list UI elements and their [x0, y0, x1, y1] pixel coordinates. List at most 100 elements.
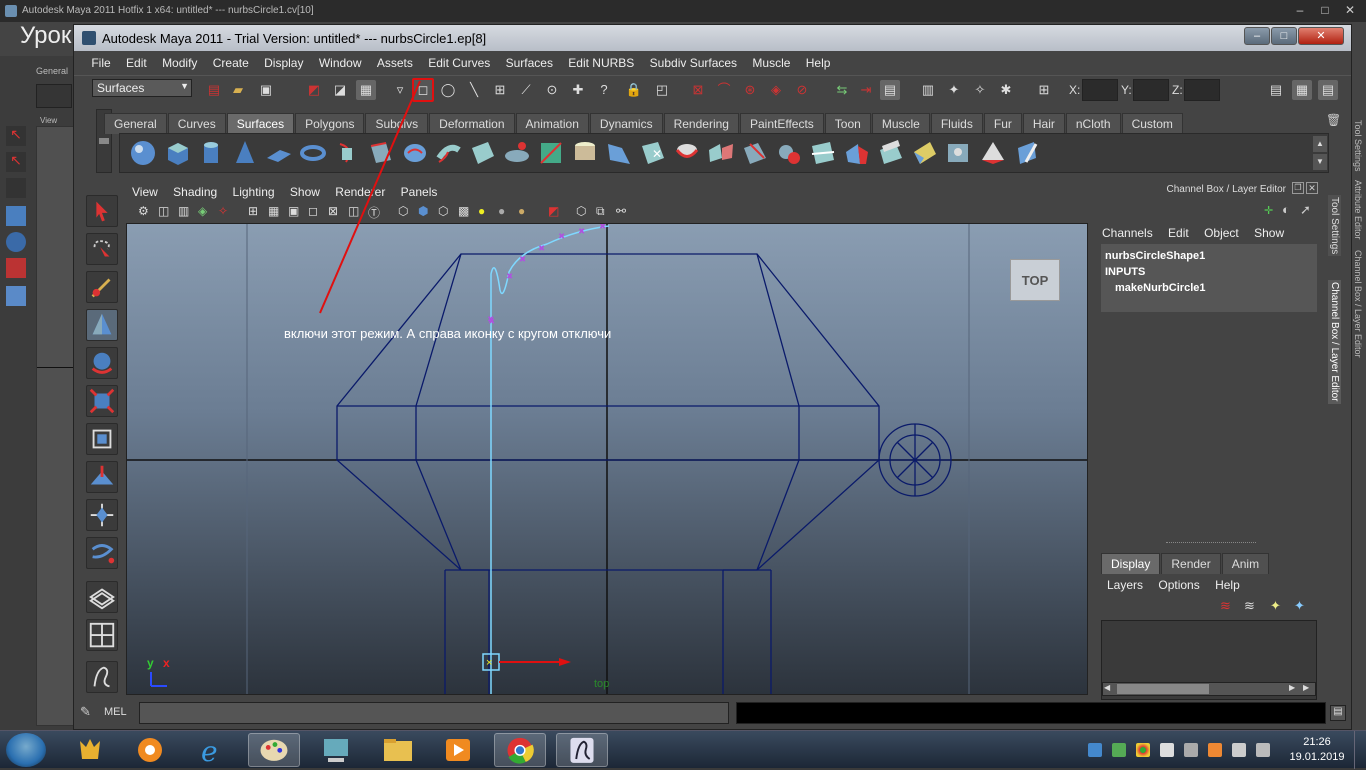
- align-surfaces-icon[interactable]: [740, 138, 770, 168]
- taskbar-app-crown-icon[interactable]: [64, 733, 116, 767]
- camera-select-icon[interactable]: ⚙: [138, 204, 154, 220]
- make-live-icon[interactable]: ⊘: [792, 80, 812, 100]
- construction-history-icon[interactable]: ▤: [880, 80, 900, 100]
- sculpt-geometry-icon[interactable]: [944, 138, 974, 168]
- y-field[interactable]: [1133, 79, 1169, 101]
- close-button[interactable]: ✕: [1298, 27, 1344, 45]
- bg-shelf-tab-general[interactable]: General: [36, 66, 68, 76]
- select-params-icon[interactable]: ◯: [438, 80, 458, 100]
- snap-view-plane-icon[interactable]: ◈: [766, 80, 786, 100]
- tray-security-icon[interactable]: [1208, 743, 1222, 757]
- taskbar-media-player-icon[interactable]: [432, 733, 484, 767]
- shelf-tab-custom[interactable]: Custom: [1121, 113, 1183, 134]
- shelf-tab-muscle[interactable]: Muscle: [871, 113, 930, 134]
- save-scene-icon[interactable]: ▣: [256, 80, 276, 100]
- menu-window[interactable]: Window: [313, 52, 368, 74]
- menu-edit[interactable]: Edit: [120, 52, 153, 74]
- move-tool-icon[interactable]: [86, 309, 118, 341]
- menu-edit-nurbs[interactable]: Edit NURBS: [562, 52, 640, 74]
- maya-logo-icon[interactable]: [86, 661, 118, 693]
- vp-menu-lighting[interactable]: Lighting: [227, 182, 281, 202]
- show-channel-box-icon[interactable]: ▤: [1318, 80, 1338, 100]
- textured-icon[interactable]: ▩: [458, 204, 474, 220]
- x-field[interactable]: [1082, 79, 1118, 101]
- menu-display[interactable]: Display: [258, 52, 309, 74]
- show-attribute-editor-icon[interactable]: ▤: [1266, 80, 1286, 100]
- taskbar-chrome-icon[interactable]: [494, 733, 546, 767]
- last-tool-used-icon[interactable]: [86, 537, 118, 569]
- layer-scrollbar[interactable]: ◀ ▶ ▶: [1102, 682, 1316, 696]
- cb-menu-object[interactable]: Object: [1198, 222, 1245, 244]
- rebuild-surface-icon[interactable]: [910, 138, 940, 168]
- close-panel-icon[interactable]: ✕: [1306, 182, 1318, 194]
- taskbar-explorer-icon[interactable]: [372, 733, 424, 767]
- single-perspective-layout-icon[interactable]: [86, 581, 118, 613]
- bg-minimize-button[interactable]: –: [1290, 3, 1310, 19]
- shelf-tab-fur[interactable]: Fur: [983, 113, 1022, 134]
- select-tool-icon[interactable]: [86, 195, 118, 227]
- cb-menu-show[interactable]: Show: [1248, 222, 1290, 244]
- menu-create[interactable]: Create: [207, 52, 255, 74]
- taskbar-internet-explorer-icon[interactable]: e: [186, 733, 238, 768]
- bg-attribute-editor-tab[interactable]: Attribute Editor: [1353, 180, 1363, 240]
- cb-menu-edit[interactable]: Edit: [1162, 222, 1195, 244]
- detach-surfaces-icon[interactable]: [706, 138, 736, 168]
- bg-tool-settings-tab[interactable]: Tool Settings: [1353, 120, 1363, 172]
- viewport-scene[interactable]: × × × × × × × × ×: [127, 224, 1088, 695]
- maximize-button[interactable]: □: [1271, 27, 1297, 45]
- layer-tab-anim[interactable]: Anim: [1221, 553, 1270, 574]
- wireframe-on-shaded-icon[interactable]: ⬡: [438, 204, 454, 220]
- viewport-top[interactable]: × × × × × × × × × y x TOP включи этот ре…: [126, 223, 1088, 695]
- insert-isoparms-icon[interactable]: [808, 138, 838, 168]
- tray-app-icon[interactable]: [1088, 743, 1102, 757]
- select-faces-icon[interactable]: ⊞: [490, 80, 510, 100]
- two-d-pan-zoom-icon[interactable]: ✧: [218, 204, 234, 220]
- menu-set-dropdown[interactable]: Surfaces ▼: [92, 79, 192, 97]
- shelf-tab-rendering[interactable]: Rendering: [663, 113, 739, 134]
- tray-printer-icon[interactable]: [1184, 743, 1198, 757]
- menu-subdiv-surfaces[interactable]: Subdiv Surfaces: [644, 52, 743, 74]
- select-misc-icon[interactable]: ✚: [568, 80, 588, 100]
- layer-menu-options[interactable]: Options: [1152, 575, 1205, 595]
- menu-surfaces[interactable]: Surfaces: [500, 52, 559, 74]
- boundary-icon[interactable]: [502, 138, 532, 168]
- paint-select-tool-icon[interactable]: [86, 271, 118, 303]
- open-scene-icon[interactable]: ▰: [228, 80, 248, 100]
- shelf-tab-painteffects[interactable]: PaintEffects: [739, 113, 824, 134]
- z-field[interactable]: [1184, 79, 1220, 101]
- square-surface-icon[interactable]: [536, 138, 566, 168]
- resolution-gate-icon[interactable]: ▣: [288, 204, 304, 220]
- project-curve-icon[interactable]: [604, 138, 634, 168]
- image-plane-icon[interactable]: ◈: [198, 204, 214, 220]
- shelf-tab-surfaces[interactable]: Surfaces: [226, 113, 295, 134]
- shelf-tab-fluids[interactable]: Fluids: [930, 113, 983, 134]
- bg-channel-box-tab[interactable]: Channel Box / Layer Editor: [1353, 250, 1363, 358]
- open-close-icon[interactable]: [774, 138, 804, 168]
- taskbar-clock[interactable]: 21:26 19.01.2019: [1287, 735, 1347, 765]
- shelf-tab-deformation[interactable]: Deformation: [429, 113, 515, 134]
- vp-menu-shading[interactable]: Shading: [167, 182, 223, 202]
- taskbar-app-settings-icon[interactable]: [124, 733, 176, 767]
- menu-muscle[interactable]: Muscle: [746, 52, 796, 74]
- taskbar-computer-icon[interactable]: [310, 733, 362, 767]
- universal-manipulator-icon[interactable]: [86, 423, 118, 455]
- render-current-icon[interactable]: ✦: [944, 80, 964, 100]
- isolate-select-icon[interactable]: ◩: [548, 204, 564, 220]
- new-layer-assign-icon[interactable]: ✦: [1294, 598, 1305, 614]
- tray-flag-icon[interactable]: [1232, 743, 1246, 757]
- bookmarks-icon[interactable]: ▥: [178, 204, 194, 220]
- vp-menu-view[interactable]: View: [126, 182, 164, 202]
- taskbar-maya-icon[interactable]: [556, 733, 608, 767]
- start-button[interactable]: [6, 733, 46, 767]
- layer-tab-display[interactable]: Display: [1101, 553, 1161, 574]
- nurbs-plane-icon[interactable]: [264, 138, 294, 168]
- scale-tool-icon[interactable]: [86, 385, 118, 417]
- camera-attributes-icon[interactable]: ◫: [158, 204, 174, 220]
- tray-chrome-icon[interactable]: [1136, 743, 1150, 757]
- ipr-render-icon[interactable]: ✧: [970, 80, 990, 100]
- layer-menu-help[interactable]: Help: [1209, 575, 1246, 595]
- channel-box-input-node[interactable]: makeNurbCircle1: [1105, 280, 1313, 296]
- panel-splitter[interactable]: [1166, 542, 1256, 545]
- four-view-layout-icon[interactable]: [86, 619, 118, 651]
- tray-network-alert-icon[interactable]: [1160, 743, 1174, 757]
